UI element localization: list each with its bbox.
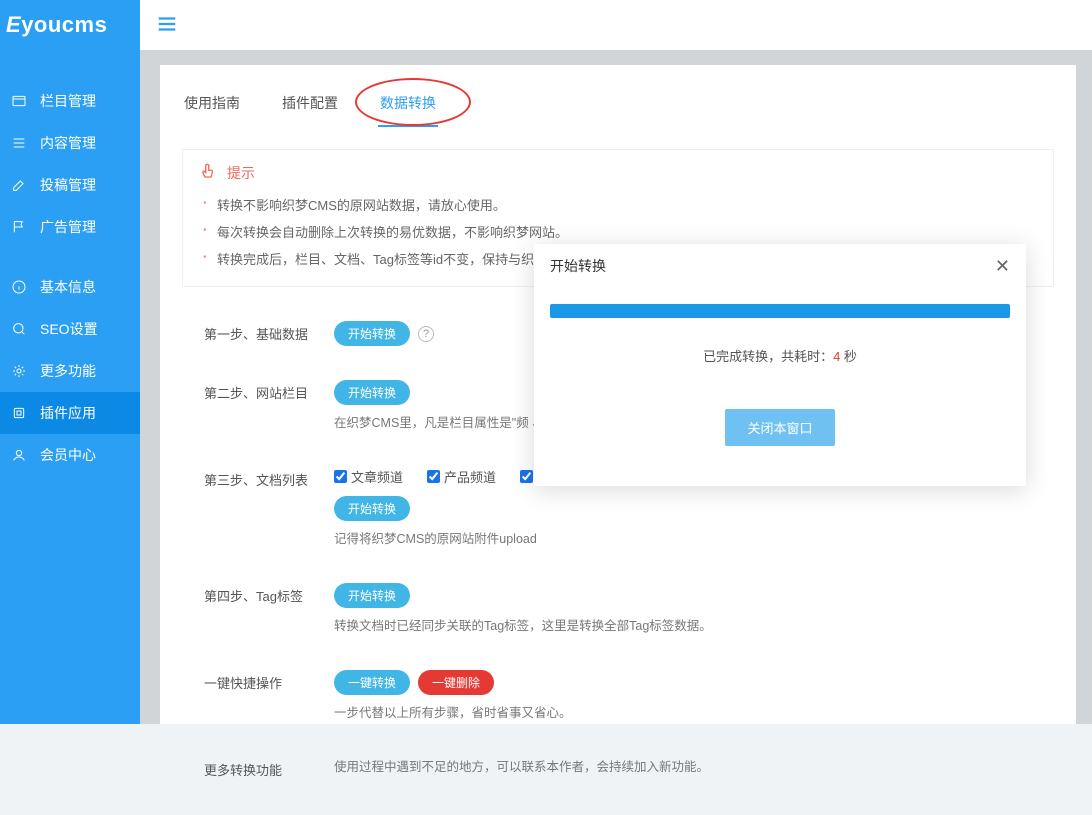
sidebar-item-content[interactable]: 内容管理 bbox=[0, 122, 140, 164]
more-features: 更多转换功能 使用过程中遇到不足的地方，可以联系本作者，会持续加入新功能。 bbox=[182, 741, 1054, 797]
start-convert-button[interactable]: 开始转换 bbox=[334, 583, 410, 608]
modal-header: 开始转换 ✕ bbox=[534, 244, 1026, 288]
modal-body: 已完成转换，共耗时：4 秒 bbox=[534, 288, 1026, 381]
quick-convert-button[interactable]: 一键转换 bbox=[334, 670, 410, 695]
sidebar-label: 栏目管理 bbox=[40, 91, 96, 111]
tips-header: 提示 bbox=[199, 162, 1037, 183]
logo: Eyoucms bbox=[0, 0, 140, 50]
sidebar-item-columns[interactable]: 栏目管理 bbox=[0, 80, 140, 122]
modal-footer: 关闭本窗口 bbox=[534, 381, 1026, 486]
step-desc: 使用过程中遇到不足的地方，可以联系本作者，会持续加入新功能。 bbox=[334, 757, 1054, 777]
sidebar-menu: 栏目管理 内容管理 投稿管理 广告管理 基本信息 SEO设置 更多功能 bbox=[0, 80, 140, 476]
sidebar-item-submit[interactable]: 投稿管理 bbox=[0, 164, 140, 206]
start-convert-button[interactable]: 开始转换 bbox=[334, 321, 410, 346]
start-convert-button[interactable]: 开始转换 bbox=[334, 380, 410, 405]
sidebar-label: SEO设置 bbox=[40, 319, 98, 339]
tip-item: 每次转换会自动删除上次转换的易优数据，不影响织梦网站。 bbox=[199, 218, 1037, 245]
step-desc: 转换文档时已经同步关联的Tag标签，这里是转换全部Tag标签数据。 bbox=[334, 616, 1054, 636]
info-icon bbox=[10, 278, 28, 296]
step-label: 第一步、基础数据 bbox=[204, 321, 334, 343]
topbar bbox=[140, 0, 1092, 50]
step-label: 第二步、网站栏目 bbox=[204, 380, 334, 402]
logo-text: Eyoucms bbox=[6, 12, 107, 38]
step-label: 第三步、文档列表 bbox=[204, 467, 334, 489]
sidebar-label: 更多功能 bbox=[40, 361, 96, 381]
hamburger-icon[interactable] bbox=[156, 13, 178, 38]
pointer-icon bbox=[199, 162, 217, 183]
sidebar-item-more[interactable]: 更多功能 bbox=[0, 350, 140, 392]
sidebar-item-plugins[interactable]: 插件应用 bbox=[0, 392, 140, 434]
sidebar-item-seo[interactable]: SEO设置 bbox=[0, 308, 140, 350]
sidebar-label: 插件应用 bbox=[40, 403, 96, 423]
quick-actions: 一键快捷操作 一键转换 一键删除 一步代替以上所有步骤，省时省事又省心。 bbox=[182, 654, 1054, 741]
sidebar-label: 会员中心 bbox=[40, 445, 96, 465]
convert-modal: 开始转换 ✕ 已完成转换，共耗时：4 秒 关闭本窗口 bbox=[534, 244, 1026, 486]
tabs: 使用指南 插件配置 数据转换 bbox=[160, 65, 1076, 127]
flag-icon bbox=[10, 218, 28, 236]
quick-delete-button[interactable]: 一键删除 bbox=[418, 670, 494, 695]
sidebar-label: 内容管理 bbox=[40, 133, 96, 153]
tab-config[interactable]: 插件配置 bbox=[280, 85, 340, 127]
step-label: 更多转换功能 bbox=[204, 757, 334, 779]
step-desc: 一步代替以上所有步骤，省时省事又省心。 bbox=[334, 703, 1054, 723]
result-text: 已完成转换，共耗时：4 秒 bbox=[550, 346, 1010, 365]
sidebar-item-ads[interactable]: 广告管理 bbox=[0, 206, 140, 248]
tip-item: 转换不影响织梦CMS的原网站数据，请放心使用。 bbox=[199, 191, 1037, 218]
user-icon bbox=[10, 446, 28, 464]
tab-guide[interactable]: 使用指南 bbox=[182, 85, 242, 127]
sidebar: Eyoucms 栏目管理 内容管理 投稿管理 广告管理 基本信息 SEO设置 bbox=[0, 0, 140, 724]
progress-bar bbox=[550, 304, 1010, 318]
tips-title: 提示 bbox=[227, 163, 255, 183]
layers-icon bbox=[10, 134, 28, 152]
step-label: 第四步、Tag标签 bbox=[204, 583, 334, 605]
step-desc: 记得将织梦CMS的原网站附件upload bbox=[334, 529, 1054, 549]
sidebar-label: 广告管理 bbox=[40, 217, 96, 237]
gear-icon bbox=[10, 362, 28, 380]
sidebar-item-basic[interactable]: 基本信息 bbox=[0, 266, 140, 308]
start-convert-button[interactable]: 开始转换 bbox=[334, 496, 410, 521]
close-icon[interactable]: ✕ bbox=[995, 257, 1010, 275]
sidebar-label: 基本信息 bbox=[40, 277, 96, 297]
search-icon bbox=[10, 320, 28, 338]
step-4: 第四步、Tag标签 开始转换 转换文档时已经同步关联的Tag标签，这里是转换全部… bbox=[182, 567, 1054, 654]
tab-convert[interactable]: 数据转换 bbox=[378, 85, 438, 127]
sidebar-item-member[interactable]: 会员中心 bbox=[0, 434, 140, 476]
checkbox-product[interactable]: 产品频道 bbox=[427, 467, 496, 486]
edit-icon bbox=[10, 176, 28, 194]
plugin-icon bbox=[10, 404, 28, 422]
modal-title: 开始转换 bbox=[550, 256, 606, 276]
sidebar-label: 投稿管理 bbox=[40, 175, 96, 195]
close-window-button[interactable]: 关闭本窗口 bbox=[725, 409, 834, 446]
folder-icon bbox=[10, 92, 28, 110]
help-icon[interactable]: ? bbox=[418, 326, 434, 342]
checkbox-article[interactable]: 文章频道 bbox=[334, 467, 403, 486]
step-label: 一键快捷操作 bbox=[204, 670, 334, 692]
